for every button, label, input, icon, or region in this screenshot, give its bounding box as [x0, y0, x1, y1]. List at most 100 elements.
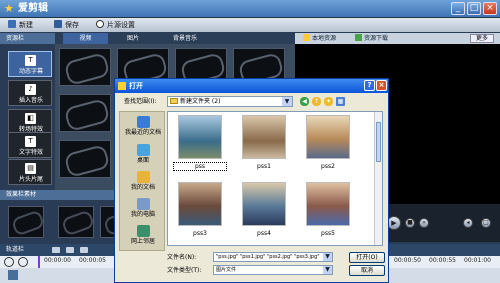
timeline-title: 轨道栏 [6, 246, 25, 253]
up-folder-icon[interactable]: ↑ [312, 97, 321, 106]
resource-thumbnail[interactable] [59, 140, 111, 178]
recent-icon [136, 116, 150, 128]
scissors-icon[interactable] [18, 257, 28, 267]
photo-thumbnail [242, 182, 286, 226]
filetype-select[interactable]: 图片文件 ▼ [213, 265, 333, 275]
place-computer[interactable]: 我的电脑 [122, 196, 164, 222]
file-item[interactable]: pss5 [302, 182, 356, 240]
new-button[interactable]: 新建 [8, 20, 33, 30]
timeline-tick-label: 00:00:50 [394, 257, 421, 264]
play-button[interactable]: ▶ [387, 216, 401, 230]
file-name: pss5 [321, 230, 335, 237]
timeline-tool-icon[interactable] [66, 247, 74, 253]
nav-label: 文字特效 [18, 149, 43, 156]
photo-thumbnail [306, 115, 350, 159]
lookin-value: 新建文件夹 (2) [180, 98, 221, 105]
file-item[interactable]: pss [173, 115, 228, 173]
network-icon [136, 225, 150, 237]
nav-item-subtitles[interactable]: T 动态字幕 [8, 51, 52, 77]
lookin-label: 查找范围(I): [124, 98, 157, 105]
timeline-tick-label: 00:00:55 [429, 257, 456, 264]
file-item[interactable]: pss3 [174, 182, 228, 240]
nav-label: 动态字幕 [18, 68, 43, 75]
video-track-icon [8, 270, 18, 280]
file-name: pss4 [257, 230, 271, 237]
resource-thumbnail[interactable] [59, 48, 111, 86]
timeline-tool-icon[interactable] [80, 247, 88, 253]
minimize-button[interactable]: _ [451, 2, 465, 15]
file-item[interactable]: pss1 [238, 115, 292, 173]
download-link[interactable]: 资源下载 [355, 34, 388, 43]
file-list-scrollbar[interactable] [374, 112, 382, 245]
nav-item-text-effects[interactable]: T 文字特效 [8, 132, 52, 158]
folder-icon [303, 34, 310, 41]
place-desktop[interactable]: 桌面 [122, 142, 164, 168]
chevron-down-icon: ▼ [323, 266, 332, 274]
open-button[interactable]: 打开(O) [349, 252, 385, 263]
place-label: 我最近的文档 [124, 129, 161, 136]
file-name: pss3 [193, 230, 207, 237]
playhead-marker[interactable] [38, 256, 40, 268]
tab-images[interactable]: 图片 [113, 33, 153, 44]
effect-thumbnail[interactable] [8, 206, 44, 238]
cancel-button[interactable]: 取消 [349, 265, 385, 276]
filetype-value: 图片文件 [216, 267, 237, 273]
dialog-close-button[interactable]: × [376, 80, 387, 91]
maximize-button[interactable]: □ [467, 2, 481, 15]
places-bar: 我最近的文档 桌面 我的文档 我的电脑 网上邻居 [119, 111, 165, 251]
documents-icon [136, 171, 150, 183]
toolbar: 新建 保存 片源设置 [0, 18, 500, 32]
dialog-title-bar: 打开 ? × [115, 79, 388, 93]
text-icon: T [25, 136, 36, 147]
effect-thumbnail[interactable] [58, 206, 94, 238]
nav-item-music[interactable]: ♪ 插入音乐 [8, 80, 52, 106]
star-icon: ★ [4, 2, 14, 15]
place-documents[interactable]: 我的文档 [122, 169, 164, 195]
timeline-tick-label: 00:01:00 [464, 257, 491, 264]
more-button[interactable]: 更多 [470, 34, 494, 43]
dialog-title: 打开 [129, 82, 143, 90]
music-icon: ♪ [25, 84, 36, 95]
resource-thumbnail[interactable] [59, 94, 111, 132]
nav-item-titles[interactable]: ▤ 片头片尾 [8, 159, 52, 185]
lookin-dropdown[interactable]: 新建文件夹 (2) ▼ [167, 96, 293, 107]
title-bar: ★ 爱剪辑 _ □ × [0, 0, 500, 18]
next-button[interactable]: » [419, 218, 429, 228]
place-label: 我的电脑 [130, 211, 155, 218]
local-resource-link[interactable]: 本地资源 [303, 34, 336, 43]
save-button[interactable]: 保存 [54, 20, 79, 30]
photo-thumbnail [242, 115, 286, 159]
resource-tabs: 视频 图片 背景音乐 [55, 33, 295, 44]
place-network[interactable]: 网上邻居 [122, 223, 164, 249]
titles-icon: ▤ [25, 163, 36, 174]
download-label: 资源下载 [364, 35, 389, 42]
new-folder-icon[interactable]: ✦ [324, 97, 333, 106]
file-item[interactable]: pss2 [302, 115, 356, 173]
back-icon[interactable]: ◀ [300, 97, 309, 106]
resource-panel-header: 资源栏 [0, 33, 55, 44]
save-icon [54, 20, 62, 28]
settings-button[interactable]: 片源设置 [96, 20, 135, 30]
fullscreen-icon[interactable]: □ [481, 218, 491, 228]
speed-icon[interactable] [4, 257, 14, 267]
close-button[interactable]: × [483, 2, 497, 15]
tab-music[interactable]: 背景音乐 [155, 33, 215, 44]
local-resource-label: 本地资源 [312, 35, 337, 42]
volume-icon[interactable]: ◂ [463, 218, 473, 228]
photo-thumbnail [178, 182, 222, 226]
timeline-tool-icon[interactable] [52, 247, 60, 253]
file-item[interactable]: pss4 [238, 182, 292, 240]
save-label: 保存 [65, 21, 79, 29]
help-button[interactable]: ? [364, 80, 375, 91]
place-label: 桌面 [136, 157, 149, 164]
timeline-tick-label: 00:00:00 [44, 257, 71, 264]
tab-video[interactable]: 视频 [63, 33, 108, 44]
nav-label: 片头片尾 [18, 176, 43, 183]
place-recent[interactable]: 我最近的文档 [122, 114, 164, 140]
chevron-down-icon: ▼ [282, 97, 292, 106]
new-label: 新建 [19, 21, 33, 29]
view-menu-icon[interactable]: ▦ [336, 97, 345, 106]
filename-input[interactable]: "pss.jpg" "pss1.jpg" "pss2.jpg" "pss3.jp… [213, 252, 333, 262]
scrollbar-thumb[interactable] [376, 122, 381, 162]
stop-button[interactable]: ■ [405, 218, 415, 228]
